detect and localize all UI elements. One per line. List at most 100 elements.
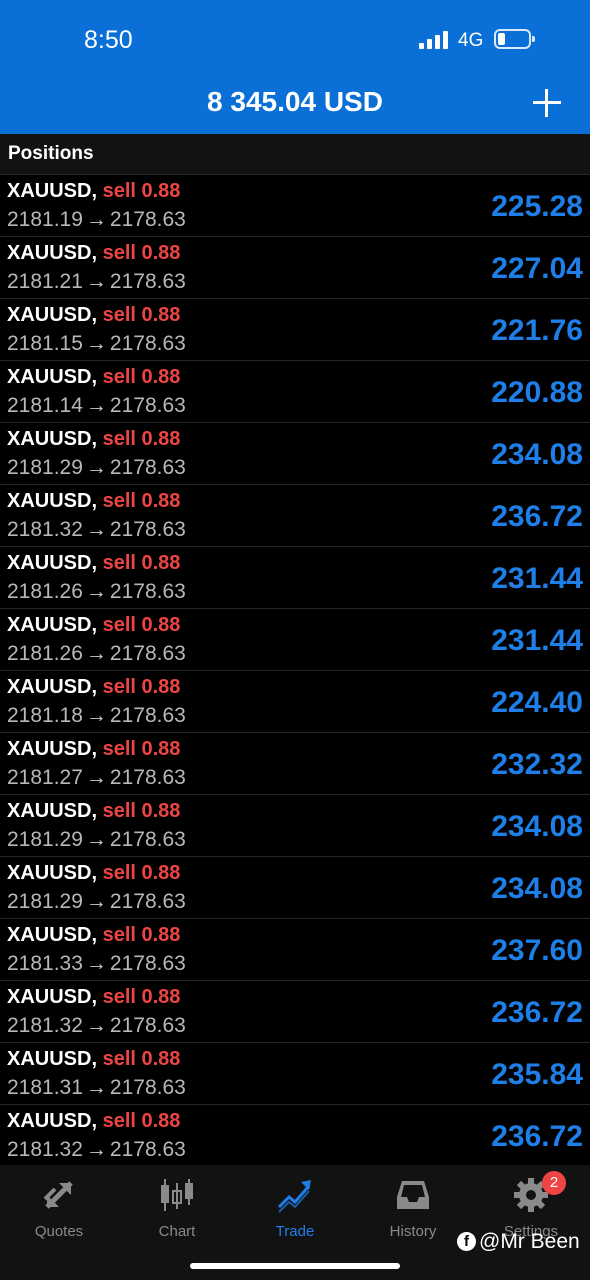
tab-quotes[interactable]: Quotes xyxy=(0,1173,118,1243)
position-row[interactable]: XAUUSD, sell 0.88 2181.26 → 2178.63 231.44 xyxy=(0,609,590,671)
battery-icon xyxy=(494,29,535,49)
position-row[interactable]: XAUUSD, sell 0.88 2181.32 → 2178.63 236.72 xyxy=(0,981,590,1043)
position-side-volume: sell 0.88 xyxy=(102,924,181,946)
arrow-right-icon: → xyxy=(85,952,107,975)
arrow-right-icon: → xyxy=(85,580,107,603)
position-row[interactable]: XAUUSD, sell 0.88 2181.14 → 2178.63 220.88 xyxy=(0,361,590,423)
current-price: 2178.63 xyxy=(109,270,186,293)
app-header: 8:50 4G 8 345.04 USD xyxy=(0,0,590,134)
position-row[interactable]: XAUUSD, sell 0.88 2181.32 → 2178.63 236.72 xyxy=(0,485,590,547)
position-symbol: XAUUSD xyxy=(7,924,92,946)
current-price: 2178.63 xyxy=(109,332,186,355)
tab-label: History xyxy=(389,1223,437,1240)
arrow-right-icon: → xyxy=(85,890,107,913)
arrow-right-icon: → xyxy=(85,518,107,541)
position-row[interactable]: XAUUSD, sell 0.88 2181.15 → 2178.63 221.76 xyxy=(0,299,590,361)
position-profit: 235.84 xyxy=(491,1058,583,1091)
position-row[interactable]: XAUUSD, sell 0.88 2181.21 → 2178.63 227.04 xyxy=(0,237,590,299)
open-price: 2181.33 xyxy=(7,952,83,975)
open-price: 2181.15 xyxy=(7,332,83,355)
open-price: 2181.26 xyxy=(7,642,83,665)
position-row[interactable]: XAUUSD, sell 0.88 2181.26 → 2178.63 231.44 xyxy=(0,547,590,609)
position-symbol: XAUUSD xyxy=(7,1048,92,1070)
status-time: 8:50 xyxy=(84,26,133,54)
position-side-volume: sell 0.88 xyxy=(102,366,181,388)
account-balance: 8 345.04 USD xyxy=(207,86,383,117)
position-profit: 234.08 xyxy=(491,438,583,471)
open-price: 2181.32 xyxy=(7,518,83,541)
position-symbol: XAUUSD xyxy=(7,242,92,264)
positions-section-header: Positions xyxy=(0,134,590,175)
position-profit: 236.72 xyxy=(491,996,583,1029)
position-row[interactable]: XAUUSD, sell 0.88 2181.31 → 2178.63 235.84 xyxy=(0,1043,590,1105)
plus-icon[interactable] xyxy=(533,89,561,117)
open-price: 2181.26 xyxy=(7,580,83,603)
open-price: 2181.32 xyxy=(7,1138,83,1161)
cellular-signal-icon xyxy=(419,31,449,49)
arrow-right-icon: → xyxy=(85,456,107,479)
position-row[interactable]: XAUUSD, sell 0.88 2181.32 → 2178.63 236.72 xyxy=(0,1105,590,1167)
position-symbol: XAUUSD xyxy=(7,862,92,884)
position-profit: 234.08 xyxy=(491,872,583,905)
position-row[interactable]: XAUUSD, sell 0.88 2181.19 → 2178.63 225.28 xyxy=(0,175,590,237)
position-symbol: XAUUSD xyxy=(7,304,92,326)
position-row[interactable]: XAUUSD, sell 0.88 2181.18 → 2178.63 224.40 xyxy=(0,671,590,733)
position-side-volume: sell 0.88 xyxy=(102,800,181,822)
position-symbol: XAUUSD xyxy=(7,180,92,202)
current-price: 2178.63 xyxy=(109,766,186,789)
position-profit: 236.72 xyxy=(491,500,583,533)
tab-chart[interactable]: Chart xyxy=(118,1173,236,1243)
position-side-volume: sell 0.88 xyxy=(102,676,181,698)
position-side-volume: sell 0.88 xyxy=(102,862,181,884)
arrow-right-icon: → xyxy=(85,1076,107,1099)
open-price: 2181.29 xyxy=(7,890,83,913)
position-profit: 232.32 xyxy=(491,748,583,781)
open-price: 2181.31 xyxy=(7,1076,83,1099)
open-price: 2181.21 xyxy=(7,270,83,293)
trade-trend-icon xyxy=(277,1180,311,1213)
current-price: 2178.63 xyxy=(109,1076,186,1099)
tab-trade[interactable]: Trade xyxy=(236,1173,354,1243)
position-symbol: XAUUSD xyxy=(7,614,92,636)
tab-history[interactable]: History xyxy=(354,1173,472,1243)
position-row[interactable]: XAUUSD, sell 0.88 2181.27 → 2178.63 232.32 xyxy=(0,733,590,795)
facebook-icon: f xyxy=(457,1232,476,1251)
section-title: Positions xyxy=(8,143,94,164)
arrow-right-icon: → xyxy=(85,642,107,665)
position-profit: 227.04 xyxy=(491,252,583,285)
current-price: 2178.63 xyxy=(109,704,186,727)
positions-list: XAUUSD, sell 0.88 2181.19 → 2178.63 225.28… xyxy=(0,175,590,1167)
position-profit: 234.08 xyxy=(491,810,583,843)
position-side-volume: sell 0.88 xyxy=(102,738,181,760)
position-profit: 231.44 xyxy=(491,562,583,595)
current-price: 2178.63 xyxy=(109,890,186,913)
current-price: 2178.63 xyxy=(109,580,186,603)
arrow-right-icon: → xyxy=(85,394,107,417)
position-symbol: XAUUSD xyxy=(7,490,92,512)
position-row[interactable]: XAUUSD, sell 0.88 2181.29 → 2178.63 234.08 xyxy=(0,795,590,857)
open-price: 2181.27 xyxy=(7,766,83,789)
position-symbol: XAUUSD xyxy=(7,552,92,574)
position-symbol: XAUUSD xyxy=(7,986,92,1008)
arrow-right-icon: → xyxy=(85,208,107,231)
open-price: 2181.29 xyxy=(7,828,83,851)
arrow-right-icon: → xyxy=(85,270,107,293)
tab-label: Chart xyxy=(158,1223,196,1240)
position-row[interactable]: XAUUSD, sell 0.88 2181.33 → 2178.63 237.60 xyxy=(0,919,590,981)
home-indicator xyxy=(190,1263,400,1269)
arrow-right-icon: → xyxy=(85,704,107,727)
inbox-tray-icon xyxy=(397,1181,429,1209)
position-row[interactable]: XAUUSD, sell 0.88 2181.29 → 2178.63 234.08 xyxy=(0,423,590,485)
arrow-right-icon: → xyxy=(85,1138,107,1161)
watermark-text: @Mr Been xyxy=(479,1230,580,1253)
position-row[interactable]: XAUUSD, sell 0.88 2181.29 → 2178.63 234.08 xyxy=(0,857,590,919)
open-price: 2181.29 xyxy=(7,456,83,479)
candlestick-chart-icon xyxy=(161,1179,193,1211)
current-price: 2178.63 xyxy=(109,208,186,231)
current-price: 2178.63 xyxy=(109,1138,186,1161)
position-side-volume: sell 0.88 xyxy=(102,1048,181,1070)
settings-notification-badge: 2 xyxy=(542,1171,566,1195)
watermark: f @Mr Been xyxy=(457,1230,580,1254)
position-side-volume: sell 0.88 xyxy=(102,490,181,512)
position-profit: 231.44 xyxy=(491,624,583,657)
